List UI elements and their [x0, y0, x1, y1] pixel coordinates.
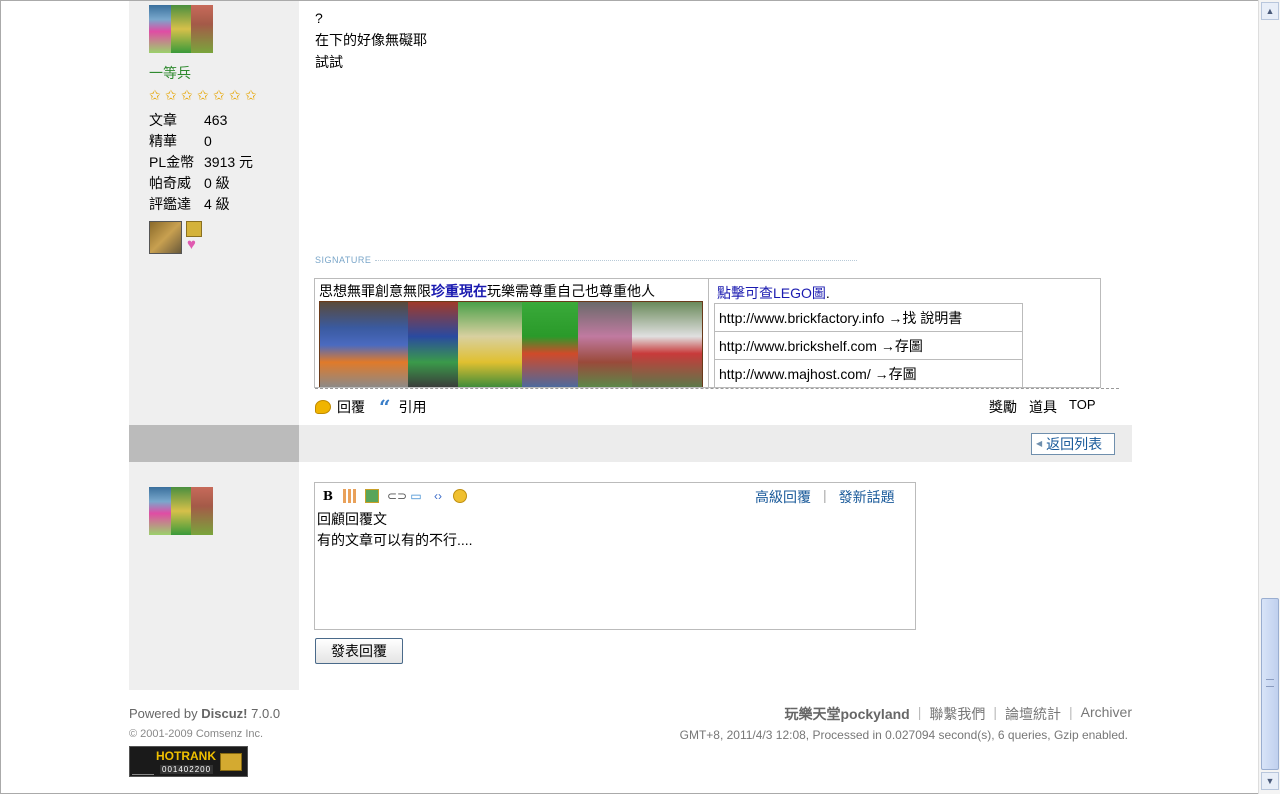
medal-icon[interactable]	[149, 221, 182, 254]
star-icon: ✩	[245, 87, 257, 103]
signature-motto-cell: 思想無罪創意無限珍重現在玩樂需尊重自己也尊重他人	[315, 279, 709, 387]
reply-editor[interactable]: B ⊂⊃ ▭ ‹› 高級回覆 | 發新話題 回顧回覆文 有的文章可以有的不行..…	[314, 482, 916, 630]
star-icon: ✩	[149, 87, 161, 103]
stat-label: 帕奇威	[149, 175, 191, 191]
stat-value: 0 級	[204, 175, 230, 191]
stat-row: 評鑑達 4 級	[149, 194, 253, 215]
forum-post: 一等兵 ✩ ✩ ✩ ✩ ✩ ✩ ✩ 文章 463 精華 0 PL金幣 3913 元 帕…	[129, 1, 1132, 425]
footer-links: 玩樂天堂pockyland | 聯繫我們 | 論壇統計 | Archiver	[784, 704, 1132, 724]
stat-label: 文章	[149, 112, 177, 128]
smiley-icon[interactable]	[453, 489, 467, 503]
post-actions: 回覆 “ 引用	[315, 397, 427, 417]
star-icon: ✩	[165, 87, 177, 103]
user-stats: 文章 463 精華 0 PL金幣 3913 元 帕奇威 0 級 評鑑達 4 級	[149, 110, 253, 215]
avatar[interactable]	[149, 5, 213, 53]
avatar[interactable]	[149, 487, 213, 535]
color-icon[interactable]	[343, 489, 357, 503]
submit-reply-button[interactable]: 發表回覆	[315, 638, 403, 664]
hotrank-badge[interactable]: HOTRANK 001402200	[129, 746, 248, 777]
powered-by: Powered by Discuz! 7.0.0	[129, 706, 281, 721]
tools-link[interactable]: 道具	[1029, 397, 1057, 417]
post-line: ?	[315, 10, 323, 26]
medal-heart-icon[interactable]: ♥	[184, 221, 204, 254]
scroll-down-icon[interactable]: ▼	[1261, 772, 1279, 790]
archiver-link[interactable]: Archiver	[1081, 704, 1132, 724]
top-link[interactable]: TOP	[1069, 397, 1096, 417]
post-line: 在下的好像無礙耶	[315, 32, 427, 48]
signature-motto: 思想無罪創意無限珍重現在玩樂需尊重自己也尊重他人	[319, 283, 655, 299]
stat-row: PL金幣 3913 元	[149, 152, 253, 173]
site-link[interactable]: 玩樂天堂pockyland	[784, 704, 909, 724]
graph-icon	[132, 755, 154, 775]
signature-label: SIGNATURE	[315, 255, 858, 265]
bold-icon[interactable]: B	[321, 489, 335, 503]
copyright: © 2001-2009 Comsenz Inc.	[129, 728, 264, 740]
stat-value: 4 級	[204, 196, 230, 212]
advanced-reply-link[interactable]: 高級回覆	[755, 487, 811, 507]
user-rank: 一等兵	[149, 65, 191, 81]
reply-icon	[315, 400, 331, 414]
stat-label: PL金幣	[149, 154, 195, 170]
code-icon[interactable]: ‹›	[431, 489, 445, 503]
scroll-thumb[interactable]	[1261, 598, 1279, 770]
signature-box: 思想無罪創意無限珍重現在玩樂需尊重自己也尊重他人 點擊可查LEGO圖. http…	[314, 278, 1101, 388]
image-icon[interactable]	[365, 489, 379, 503]
post-content: ? 在下的好像無礙耶 試試	[315, 7, 1115, 73]
stat-label: 精華	[149, 133, 177, 149]
stat-row: 文章 463	[149, 110, 253, 131]
stat-value: 0	[204, 133, 212, 149]
post-author-sidebar: 一等兵 ✩ ✩ ✩ ✩ ✩ ✩ ✩ 文章 463 精華 0 PL金幣 3913 元 帕…	[129, 1, 299, 425]
stat-row: 帕奇威 0 級	[149, 173, 253, 194]
star-icon: ✩	[181, 87, 193, 103]
link-icon[interactable]: ⊂⊃	[387, 489, 407, 503]
editor-links: 高級回覆 | 發新話題	[755, 487, 895, 507]
pagination-bar: ◀ 返回列表	[129, 425, 1132, 462]
reply-link[interactable]: 回覆	[337, 397, 365, 417]
star-icon: ✩	[197, 87, 209, 103]
rank-stars: ✩ ✩ ✩ ✩ ✩ ✩ ✩	[149, 88, 259, 102]
stat-value: 463	[204, 112, 228, 128]
arrow-left-icon: ◀	[1036, 439, 1043, 448]
scroll-up-icon[interactable]: ▲	[1261, 2, 1279, 20]
stats-link[interactable]: 論壇統計	[1005, 704, 1061, 724]
quote-icon: “	[379, 395, 391, 419]
lego-photo-strip[interactable]	[319, 301, 703, 387]
stat-row: 精華 0	[149, 131, 253, 152]
vertical-scrollbar[interactable]: ▲ ▼	[1258, 0, 1280, 794]
signature-links: http://www.brickfactory.info →找 說明書 http…	[714, 303, 1023, 387]
discuz-link[interactable]: Discuz!	[201, 706, 247, 721]
star-icon: ✩	[213, 87, 225, 103]
reward-link[interactable]: 獎勵	[989, 397, 1017, 417]
quote-icon[interactable]: ▭	[409, 489, 423, 503]
reply-sidebar	[129, 462, 299, 690]
new-topic-link[interactable]: 發新話題	[839, 487, 895, 507]
post-line: 試試	[315, 54, 343, 70]
editor-toolbar: B ⊂⊃ ▭ ‹›	[321, 489, 467, 503]
star-icon: ✩	[229, 87, 241, 103]
post-tools: 獎勵 道具 TOP	[989, 397, 1096, 417]
contact-link[interactable]: 聯繫我們	[929, 704, 985, 724]
signature-link[interactable]: http://www.brickfactory.info →找 說明書	[714, 303, 1023, 332]
hotrank-icon	[220, 753, 242, 771]
divider	[315, 388, 1119, 389]
back-to-list-button[interactable]: ◀ 返回列表	[1031, 433, 1115, 455]
forum-page: 一等兵 ✩ ✩ ✩ ✩ ✩ ✩ ✩ 文章 463 精華 0 PL金幣 3913 元 帕…	[0, 0, 1258, 794]
quick-reply: B ⊂⊃ ▭ ‹› 高級回覆 | 發新話題 回顧回覆文 有的文章可以有的不行..…	[129, 462, 1132, 690]
signature-link[interactable]: http://www.brickshelf.com →存圖	[714, 331, 1023, 360]
reply-textarea[interactable]: 回顧回覆文 有的文章可以有的不行....	[317, 509, 473, 551]
server-info: GMT+8, 2011/4/3 12:08, Processed in 0.02…	[679, 728, 1128, 742]
lego-link[interactable]: 點擊可查LEGO圖.	[717, 283, 830, 303]
medals: ♥	[149, 221, 204, 254]
signature-link[interactable]: http://www.majhost.com/ →存圖	[714, 359, 1023, 387]
footer: Powered by Discuz! 7.0.0 © 2001-2009 Com…	[129, 704, 1132, 784]
stat-label: 評鑑達	[149, 196, 191, 212]
quote-link[interactable]: 引用	[399, 397, 427, 417]
stat-value: 3913 元	[204, 154, 254, 170]
